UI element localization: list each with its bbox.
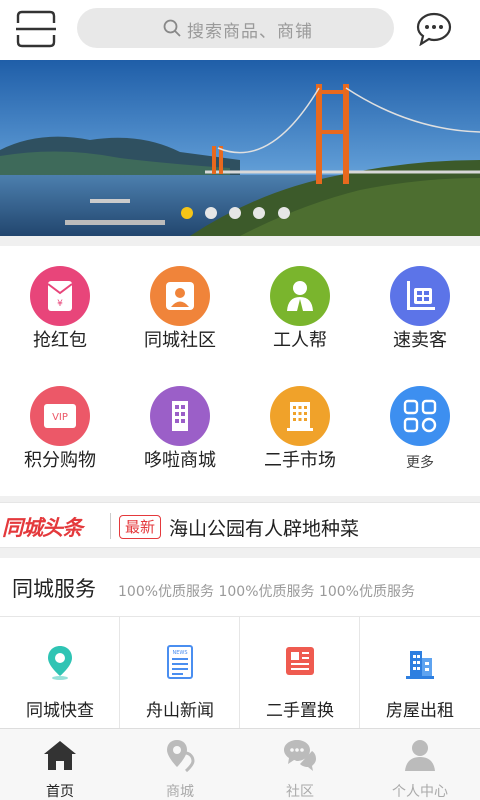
service-item-exchange[interactable]: 二手置换 (240, 617, 360, 729)
headline-logo: 同城头条 (2, 516, 83, 540)
service-item-news[interactable]: NEWS 舟山新闻 (120, 617, 240, 729)
carousel-dot[interactable] (205, 207, 217, 219)
grid-item-more[interactable]: 更多 (360, 366, 480, 486)
carousel-dot[interactable] (229, 207, 241, 219)
svg-text:¥: ¥ (57, 299, 63, 309)
tab-label: 个人中心 (392, 784, 448, 800)
grid-item-label: 工人帮 (273, 330, 327, 351)
tab-mall[interactable]: 商城 (120, 729, 240, 800)
service-label: 房屋出租 (386, 701, 454, 721)
grid-item-label: 积分购物 (24, 450, 96, 471)
carousel-dot[interactable] (253, 207, 265, 219)
grid-item-label: 同城社区 (144, 330, 216, 351)
user-icon (405, 740, 435, 771)
grid-item-community[interactable]: 同城社区 (120, 246, 240, 366)
grid-item-label: 二手市场 (264, 450, 336, 471)
headline-text[interactable]: 海山公园有人辟地种菜 (169, 514, 359, 541)
bottom-tab-bar: 首页 商城 社区 个人中心 (0, 728, 480, 800)
service-label: 二手置换 (266, 701, 334, 721)
services-title: 同城服务 (12, 577, 96, 601)
cart-icon (390, 266, 450, 326)
news-icon: NEWS (167, 645, 193, 679)
grid-item-red-envelope[interactable]: ¥ 抢红包 (0, 246, 120, 366)
services-header: 同城服务 100%优质服务 100%优质服务 100%优质服务 (0, 558, 480, 616)
red-envelope-icon: ¥ (30, 266, 90, 326)
latest-badge: 最新 (119, 515, 162, 539)
grid-item-label: 速卖客 (393, 330, 447, 351)
divider (110, 513, 111, 539)
carousel-dot[interactable] (278, 207, 290, 219)
services-grid: 同城快查 NEWS 舟山新闻 二手置换 房屋出租 (0, 616, 480, 729)
house-rent-icon (406, 651, 434, 679)
tab-profile[interactable]: 个人中心 (360, 729, 480, 800)
svg-text:NEWS: NEWS (172, 650, 187, 656)
home-icon (44, 741, 76, 770)
carousel-dot[interactable] (181, 207, 193, 219)
location-pin-icon (48, 646, 72, 680)
tab-community[interactable]: 社区 (240, 729, 360, 800)
grid-item-label: 抢红包 (33, 330, 87, 351)
exchange-icon (286, 647, 314, 675)
grid-item-quick-sell[interactable]: 速卖客 (360, 246, 480, 366)
top-header: 搜索商品、商铺 (0, 0, 480, 60)
message-icon[interactable] (416, 12, 452, 46)
grid-item-worker[interactable]: 工人帮 (240, 246, 360, 366)
mall-pin-icon (167, 740, 195, 773)
feature-grid: ¥ 抢红包 同城社区 工人帮 速卖客 VIP 积分购物 哆啦商城 二手市场 更多 (0, 246, 480, 496)
search-placeholder: 搜索商品、商铺 (187, 22, 313, 42)
grid-item-points-shop[interactable]: VIP 积分购物 (0, 366, 120, 486)
search-icon (163, 19, 181, 37)
tab-home[interactable]: 首页 (0, 729, 120, 800)
services-subtitle: 100%优质服务 100%优质服务 100%优质服务 (118, 584, 415, 600)
grid-more-icon (390, 386, 450, 446)
search-bar[interactable]: 搜索商品、商铺 (77, 8, 394, 48)
grid-item-label: 更多 (406, 455, 434, 471)
scan-icon[interactable] (16, 10, 56, 48)
store-icon (150, 386, 210, 446)
service-item-quick-search[interactable]: 同城快查 (0, 617, 120, 729)
building-icon (270, 386, 330, 446)
tab-label: 商城 (166, 784, 194, 800)
tab-label: 首页 (46, 784, 74, 800)
person-icon (150, 266, 210, 326)
svg-text:VIP: VIP (52, 412, 68, 423)
service-item-house-rent[interactable]: 房屋出租 (360, 617, 480, 729)
chat-bubbles-icon (284, 740, 316, 771)
vip-icon: VIP (30, 386, 90, 446)
grid-item-label: 哆啦商城 (144, 450, 216, 471)
service-label: 同城快查 (26, 701, 94, 721)
grid-item-mall[interactable]: 哆啦商城 (120, 366, 240, 486)
banner-carousel[interactable] (0, 60, 480, 236)
tab-label: 社区 (286, 784, 314, 800)
news-headline-strip[interactable]: 同城头条 最新 海山公园有人辟地种菜 (0, 502, 480, 548)
grid-item-second-hand[interactable]: 二手市场 (240, 366, 360, 486)
service-label: 舟山新闻 (146, 701, 214, 721)
worker-icon (270, 266, 330, 326)
